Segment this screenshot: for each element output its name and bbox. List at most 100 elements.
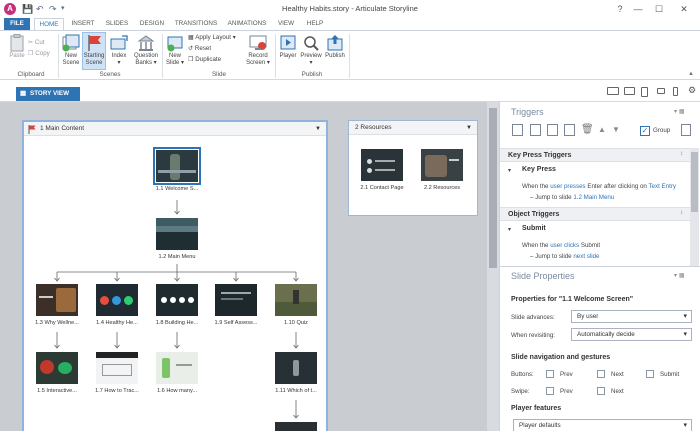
- tab-help[interactable]: HELP: [302, 18, 328, 30]
- tab-insert[interactable]: INSERT: [68, 18, 98, 30]
- triggers-panel-menu-icon[interactable]: ▾ ▦: [674, 108, 685, 115]
- next-button-checkbox[interactable]: [597, 370, 605, 378]
- record-screen-button[interactable]: Record Screen ▾: [244, 34, 272, 67]
- collapse-ribbon-icon[interactable]: ▲: [688, 71, 694, 77]
- slide-thumbnail[interactable]: [275, 352, 317, 384]
- minimize-icon[interactable]: —: [630, 2, 646, 16]
- swipe-label: Swipe:: [511, 388, 530, 395]
- copy-trigger-icon[interactable]: [547, 124, 558, 136]
- trigger-condition[interactable]: When the user clicks Submit: [522, 242, 600, 249]
- when-revisiting-label: When revisiting:: [511, 332, 556, 339]
- player-button[interactable]: Player: [277, 34, 299, 60]
- collapse-section-icon[interactable]: ↕: [680, 209, 683, 216]
- paste-button[interactable]: Paste: [6, 34, 28, 60]
- slide-thumbnail[interactable]: [36, 284, 78, 316]
- submit-button-checkbox[interactable]: [646, 370, 654, 378]
- calendar-icon[interactable]: [681, 124, 691, 136]
- maximize-icon[interactable]: ☐: [651, 2, 667, 16]
- trigger-name-key-press[interactable]: Key Press: [522, 166, 556, 173]
- trigger-name-submit[interactable]: Submit: [522, 225, 546, 232]
- slide-properties-title: Slide Properties: [511, 271, 575, 281]
- tablet-portrait-icon[interactable]: [641, 87, 648, 97]
- slide-thumbnail[interactable]: [215, 284, 257, 316]
- group-checkbox[interactable]: ✓: [640, 126, 650, 136]
- slide-label: 1.2 Main Menu: [158, 254, 196, 260]
- expand-arrow-icon[interactable]: ▾: [508, 167, 511, 174]
- canvas-vertical-scrollbar[interactable]: [487, 102, 499, 431]
- object-triggers-header[interactable]: Object Triggers: [500, 207, 690, 221]
- delete-trigger-icon[interactable]: 🗑: [581, 124, 594, 136]
- slide-thumbnail[interactable]: [275, 422, 317, 431]
- paste-trigger-icon[interactable]: [564, 124, 575, 136]
- trigger-action[interactable]: – Jump to slide next slide: [530, 253, 599, 260]
- prev-button-checkbox[interactable]: [546, 370, 554, 378]
- player-features-heading: Player features: [511, 405, 562, 412]
- trigger-condition[interactable]: When the user presses Enter after clicki…: [522, 183, 676, 190]
- slide-advances-select[interactable]: By user: [571, 310, 692, 323]
- scene-main-content[interactable]: 1 Main Content ▼ 1.1 Welcome S... 1.2 Mai…: [22, 120, 328, 431]
- tab-slides[interactable]: SLIDES: [102, 18, 132, 30]
- settings-gear-icon[interactable]: ⚙: [688, 85, 696, 96]
- preview-button[interactable]: Preview ▾: [299, 34, 323, 67]
- desktop-view-icon[interactable]: [607, 87, 619, 95]
- question-banks-button[interactable]: Question Banks ▾: [132, 34, 160, 67]
- tab-story-view[interactable]: ▦ STORY VIEW: [16, 87, 80, 101]
- slide-properties-panel-menu-icon[interactable]: ▾ ▦: [674, 272, 685, 279]
- new-trigger-icon[interactable]: [512, 124, 523, 136]
- group-scenes: Scenes: [99, 71, 121, 78]
- publish-button[interactable]: Publish: [323, 34, 347, 60]
- help-icon[interactable]: ?: [612, 2, 628, 16]
- prev-label: Prev: [560, 388, 573, 395]
- scrollbar-thumb[interactable]: [489, 108, 497, 268]
- when-revisiting-select[interactable]: Automatically decide: [571, 328, 692, 341]
- slide-thumbnail[interactable]: [361, 149, 403, 181]
- move-down-icon[interactable]: ▼: [612, 124, 623, 136]
- slide-thumbnail[interactable]: [153, 147, 201, 185]
- tab-design[interactable]: DESIGN: [136, 18, 168, 30]
- scene-header[interactable]: 2 Resources ▼: [349, 121, 477, 135]
- tab-view[interactable]: VIEW: [274, 18, 298, 30]
- slide-label: 1.5 Interactive...: [37, 388, 77, 394]
- preview-icon: [304, 36, 319, 51]
- next-swipe-checkbox[interactable]: [597, 387, 605, 395]
- apply-layout-button[interactable]: ▦ Apply Layout ▾: [188, 33, 236, 43]
- duplicate-button[interactable]: ❐ Duplicate: [188, 55, 221, 65]
- slide-thumbnail[interactable]: [156, 352, 198, 384]
- slide-label: 1.7 How to Trac...: [95, 388, 139, 394]
- index-button[interactable]: Index ▾: [108, 34, 130, 67]
- expand-arrow-icon[interactable]: ▾: [508, 226, 511, 233]
- new-slide-button[interactable]: New Slide ▾: [164, 34, 186, 67]
- starting-scene-button[interactable]: Starting Scene: [82, 32, 106, 70]
- story-canvas[interactable]: 1 Main Content ▼ 1.1 Welcome S... 1.2 Mai…: [0, 102, 487, 431]
- phone-landscape-icon[interactable]: [657, 88, 665, 94]
- scene-resources[interactable]: 2 Resources ▼ 2.1 Contact Page 2.2 Resour…: [348, 120, 478, 216]
- tab-file[interactable]: FILE: [4, 18, 30, 30]
- slide-thumbnail[interactable]: [156, 284, 198, 316]
- key-press-triggers-header[interactable]: Key Press Triggers: [500, 148, 690, 162]
- new-scene-button[interactable]: New Scene: [60, 34, 82, 67]
- collapse-section-icon[interactable]: ↕: [680, 150, 683, 157]
- tab-animations[interactable]: ANIMATIONS: [224, 18, 270, 30]
- phone-portrait-icon[interactable]: [673, 87, 678, 96]
- edit-trigger-icon[interactable]: [530, 124, 541, 136]
- player-features-select[interactable]: Player defaults: [513, 419, 692, 431]
- slide-thumbnail[interactable]: [96, 284, 138, 316]
- prev-swipe-checkbox[interactable]: [546, 387, 554, 395]
- slide-label: 1.9 Self Assess...: [214, 320, 258, 326]
- tab-transitions[interactable]: TRANSITIONS: [172, 18, 220, 30]
- slide-thumbnail[interactable]: [96, 352, 138, 384]
- slide-thumbnail[interactable]: [275, 284, 317, 316]
- scene-menu-chevron-icon[interactable]: ▼: [466, 121, 472, 135]
- cut-button[interactable]: ✂ Cut: [28, 38, 45, 48]
- tablet-landscape-icon[interactable]: [624, 87, 635, 95]
- copy-button[interactable]: ❐ Copy: [28, 49, 50, 59]
- close-icon[interactable]: ✕: [676, 2, 692, 16]
- slide-thumbnail[interactable]: [36, 352, 78, 384]
- slide-thumbnail[interactable]: [156, 218, 198, 250]
- reset-button[interactable]: ↺ Reset: [188, 44, 211, 54]
- triggers-scrollbar[interactable]: [690, 148, 699, 266]
- slide-thumbnail[interactable]: [421, 149, 463, 181]
- move-up-icon[interactable]: ▲: [598, 124, 609, 136]
- trigger-action[interactable]: – Jump to slide 1.2 Main Menu: [530, 194, 614, 201]
- group-slide: Slide: [211, 71, 226, 78]
